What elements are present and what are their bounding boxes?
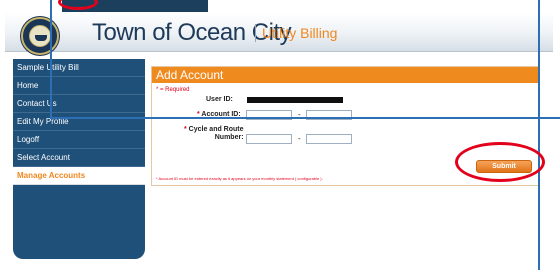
cycle-route-dash: - (298, 134, 301, 143)
annotation-line-right-vertical (538, 0, 540, 270)
route-field[interactable] (306, 134, 352, 144)
annotation-oval-submit (455, 142, 545, 182)
panel-title: Add Account (152, 67, 538, 83)
sidebar-item-manage-accounts[interactable]: Manage Accounts (13, 167, 145, 185)
user-id-label: User ID: (206, 96, 233, 103)
account-id-help-note: * Account ID must be entered exactly as … (156, 176, 323, 181)
annotation-line-left-vertical (50, 0, 52, 118)
sidebar-nav: Sample Utility Bill Home Contact Us Edit… (13, 59, 145, 259)
cycle-field[interactable] (246, 134, 292, 144)
sidebar-item-edit-my-profile[interactable]: Edit My Profile (13, 113, 145, 131)
town-seal-logo (21, 17, 59, 55)
sidebar-item-sample-utility-bill[interactable]: Sample Utility Bill (13, 59, 145, 77)
cycle-route-label: * Cycle and Route Number: (184, 126, 244, 141)
user-id-value-redacted (247, 97, 343, 103)
ship-icon (35, 35, 47, 41)
sidebar-item-home[interactable]: Home (13, 77, 145, 95)
annotation-line-horizontal (50, 117, 540, 119)
cycle-route-label-line2: Number: (214, 134, 244, 141)
sidebar-item-logoff[interactable]: Logoff (13, 131, 145, 149)
sidebar-item-contact-us[interactable]: Contact Us (13, 95, 145, 113)
annotation-line-right-stub (536, 117, 560, 119)
cycle-route-label-line1: Cycle and Route (188, 126, 244, 133)
app-subtitle: Utility Billing (262, 25, 338, 41)
header-divider (255, 24, 256, 42)
seal-emblem (29, 25, 51, 47)
sidebar-item-select-account[interactable]: Select Account (13, 149, 145, 167)
required-note: * = Required (156, 87, 190, 93)
